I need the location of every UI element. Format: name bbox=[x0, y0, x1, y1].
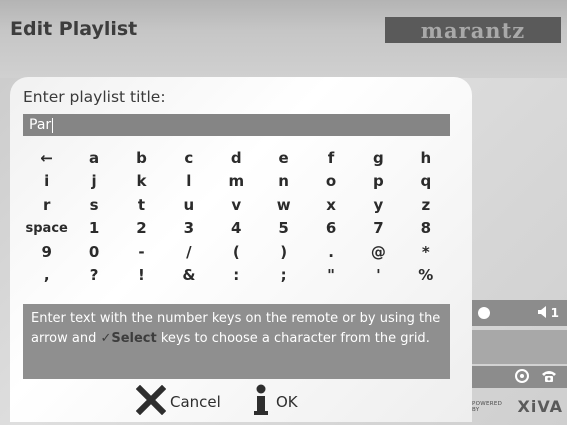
grid-key[interactable]: ( bbox=[213, 240, 260, 264]
grid-key[interactable]: * bbox=[402, 240, 449, 264]
grid-key[interactable]: 0 bbox=[70, 240, 117, 264]
header-bar: Edit Playlist marantz bbox=[0, 0, 567, 78]
powered-by-text: POWERED BY bbox=[472, 400, 503, 413]
speaker-icon bbox=[537, 305, 551, 321]
grid-key[interactable]: m bbox=[213, 170, 260, 194]
brand-logo: marantz bbox=[385, 17, 561, 43]
grid-key[interactable]: 1 bbox=[70, 217, 117, 241]
grid-key[interactable]: space bbox=[23, 217, 70, 241]
phone-icon bbox=[541, 368, 557, 387]
volume-level: 1 bbox=[537, 305, 559, 321]
grid-key[interactable]: f bbox=[307, 146, 354, 170]
grid-key[interactable]: a bbox=[70, 146, 117, 170]
info-strip bbox=[472, 330, 567, 364]
grid-key[interactable]: . bbox=[307, 240, 354, 264]
grid-key[interactable]: 8 bbox=[402, 217, 449, 241]
edit-title-dialog: Enter playlist title: Par ← a b c d e f g h i j k l m… bbox=[10, 77, 472, 422]
help-text-end: keys to choose a character from the grid… bbox=[156, 331, 430, 346]
grid-key[interactable]: d bbox=[213, 146, 260, 170]
cancel-button[interactable]: Cancel bbox=[135, 384, 221, 419]
volume-level-value: 1 bbox=[550, 306, 559, 320]
grid-key[interactable]: q bbox=[402, 170, 449, 194]
grid-key[interactable]: k bbox=[118, 170, 165, 194]
volume-bar: 1 bbox=[472, 300, 567, 326]
grid-key[interactable]: u bbox=[165, 193, 212, 217]
grid-key[interactable]: : bbox=[213, 264, 260, 288]
grid-key[interactable]: i bbox=[23, 170, 70, 194]
info-i-icon bbox=[250, 384, 272, 420]
side-panel: 1 POWERED BY XiVA bbox=[472, 78, 567, 425]
grid-key[interactable]: p bbox=[355, 170, 402, 194]
grid-key[interactable]: g bbox=[355, 146, 402, 170]
grid-key[interactable]: b bbox=[118, 146, 165, 170]
grid-key[interactable]: 7 bbox=[355, 217, 402, 241]
grid-key[interactable]: ! bbox=[118, 264, 165, 288]
page-title: Edit Playlist bbox=[10, 18, 138, 40]
grid-key[interactable]: 4 bbox=[213, 217, 260, 241]
grid-key[interactable]: z bbox=[402, 193, 449, 217]
input-value: Par bbox=[29, 117, 52, 133]
volume-indicator bbox=[478, 307, 490, 319]
ok-label: OK bbox=[276, 393, 298, 411]
grid-key[interactable]: y bbox=[355, 193, 402, 217]
grid-key[interactable]: ' bbox=[355, 264, 402, 288]
grid-key[interactable]: e bbox=[260, 146, 307, 170]
cancel-label: Cancel bbox=[170, 393, 221, 411]
grid-key[interactable]: c bbox=[165, 146, 212, 170]
grid-key[interactable]: v bbox=[213, 193, 260, 217]
grid-key[interactable]: l bbox=[165, 170, 212, 194]
grid-key[interactable]: @ bbox=[355, 240, 402, 264]
grid-key[interactable]: r bbox=[23, 193, 70, 217]
grid-key[interactable]: j bbox=[70, 170, 117, 194]
grid-key[interactable]: 9 bbox=[23, 240, 70, 264]
playlist-title-input[interactable]: Par bbox=[23, 114, 450, 136]
grid-key[interactable]: 3 bbox=[165, 217, 212, 241]
grid-key[interactable]: 5 bbox=[260, 217, 307, 241]
grid-key[interactable]: , bbox=[23, 264, 70, 288]
grid-key[interactable]: & bbox=[165, 264, 212, 288]
grid-key[interactable]: / bbox=[165, 240, 212, 264]
grid-key[interactable]: x bbox=[307, 193, 354, 217]
character-grid: ← a b c d e f g h i j k l m n o p q r s t u v w x y z space 1 2 3 4 5 6 7 8… bbox=[23, 146, 450, 287]
grid-key[interactable]: ? bbox=[70, 264, 117, 288]
grid-key[interactable]: h bbox=[402, 146, 449, 170]
grid-key[interactable]: ; bbox=[260, 264, 307, 288]
text-caret bbox=[52, 117, 54, 133]
xiva-text: XiVA bbox=[517, 397, 563, 416]
screen: Edit Playlist marantz Enter playlist tit… bbox=[0, 0, 567, 425]
grid-key[interactable]: % bbox=[402, 264, 449, 288]
grid-key[interactable]: s bbox=[70, 193, 117, 217]
x-icon bbox=[135, 384, 167, 419]
grid-key[interactable]: 6 bbox=[307, 217, 354, 241]
grid-key[interactable]: w bbox=[260, 193, 307, 217]
disc-icon bbox=[515, 368, 529, 387]
dialog-title: Enter playlist title: bbox=[23, 88, 166, 106]
xiva-logo: POWERED BY XiVA bbox=[472, 390, 567, 423]
help-text-select: ✓Select bbox=[100, 331, 157, 346]
button-bar: Cancel OK bbox=[10, 382, 472, 422]
grid-key[interactable]: 2 bbox=[118, 217, 165, 241]
status-strip bbox=[472, 366, 567, 388]
grid-key[interactable]: " bbox=[307, 264, 354, 288]
grid-key[interactable]: o bbox=[307, 170, 354, 194]
grid-key[interactable]: ) bbox=[260, 240, 307, 264]
grid-key[interactable]: n bbox=[260, 170, 307, 194]
grid-key[interactable]: t bbox=[118, 193, 165, 217]
backspace-key[interactable]: ← bbox=[23, 146, 70, 170]
help-panel: Enter text with the number keys on the r… bbox=[23, 304, 450, 379]
ok-button[interactable]: OK bbox=[250, 384, 298, 420]
grid-key[interactable]: - bbox=[118, 240, 165, 264]
